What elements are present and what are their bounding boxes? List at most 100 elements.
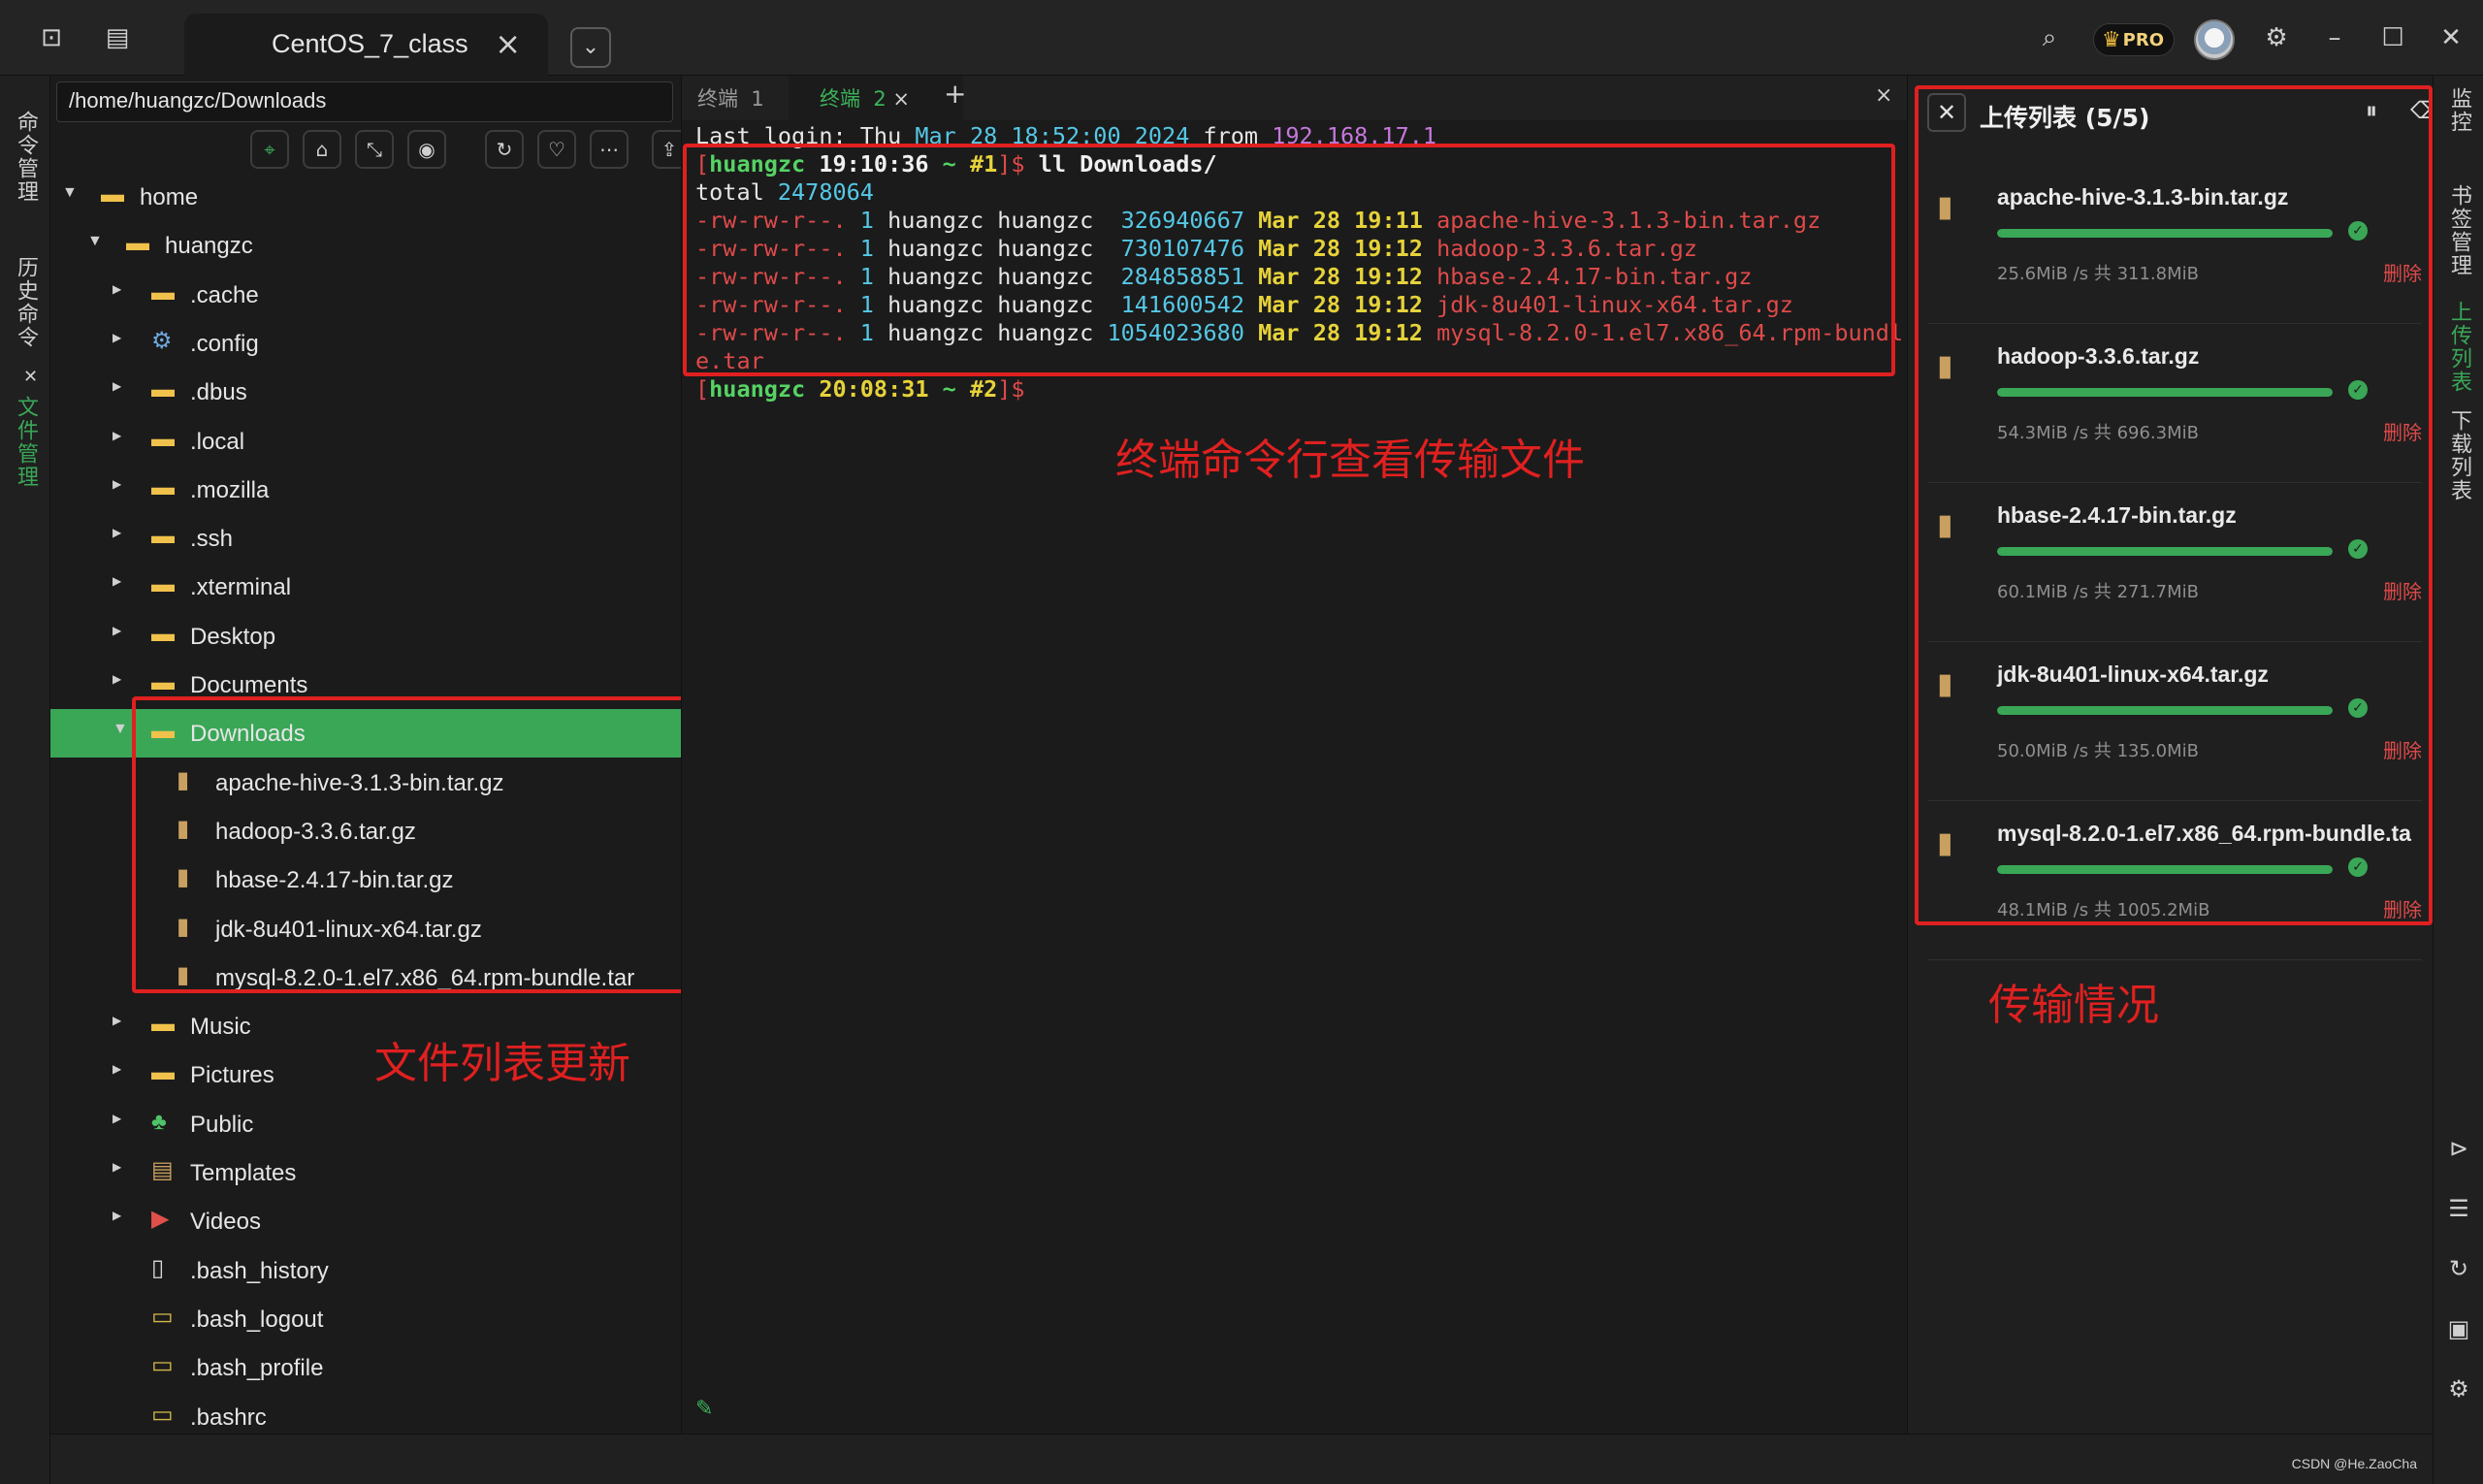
script-icon: ▭ [151,1401,174,1428]
tree-item-label: Music [190,1014,251,1041]
right-sidebar: 监控 书签管理 上传列表 下载列表 ⊳ ☰ ↻ ▣ ⚙ [2433,76,2483,1484]
list-icon[interactable]: ☰ [2443,1193,2474,1224]
tree-item[interactable]: ▶ ⚙ .config [50,319,681,368]
terminal-tabs: 终端 1 终端 2 × + × [682,76,1908,120]
folder-icon: ▬ [151,425,175,452]
tab-terminal-1[interactable]: 终端 1 [697,83,764,113]
folder-icon: ▬ [151,571,175,598]
tree-item-label: .config [190,330,259,357]
title-bar: ⊡ ▤ CentOS_7_class × ⌄ ⌕ ♛ PRO ⚙ – ☐ ✕ [0,0,2483,76]
chevron-right-icon[interactable]: ▶ [113,429,132,442]
tree-item[interactable]: ▯ .bash_history [50,1246,681,1295]
file-icon: ▯ [151,1254,165,1281]
gear-icon[interactable]: ⚙ [2260,21,2293,54]
chevron-right-icon[interactable]: ▶ [113,1112,132,1125]
maximize-icon[interactable]: ☐ [2376,21,2409,54]
tree-item-label: Desktop [190,623,276,650]
refresh-icon[interactable]: ↻ [485,130,524,169]
minimize-icon[interactable]: – [2318,21,2351,54]
tree-item[interactable]: ▶ ▤ Templates [50,1148,681,1197]
tree-item[interactable]: ▭ .bash_profile [50,1343,681,1392]
home-icon[interactable]: ⌂ [303,130,341,169]
tree-item-label: .mozilla [190,476,270,503]
sidebar-item-history[interactable]: 历史命令 [10,256,41,349]
tree-item-label: .bash_logout [190,1306,324,1333]
save-icon[interactable]: ▣ [2443,1313,2474,1344]
chevron-right-icon[interactable]: ▶ [113,1062,132,1076]
tree-item[interactable]: ▶ ♣ Public [50,1100,681,1148]
path-input[interactable]: /home/huangzc/Downloads [56,81,673,122]
close-terminal-icon[interactable]: × [1875,83,1892,108]
pen-icon[interactable]: ✎ [695,1397,713,1421]
tree-item[interactable]: ▶ ▬ .dbus [50,368,681,416]
tree-item[interactable]: ▶ ▬ .local [50,417,681,466]
pro-badge[interactable]: ♛ PRO [2093,23,2175,56]
left-sidebar: 命令管理 历史命令 ✕ 文件管理 [0,76,50,1484]
gear-icon[interactable]: ⚙ [2443,1373,2474,1404]
locate-icon[interactable]: ⌖ [250,130,289,169]
chevron-right-icon[interactable]: ▶ [113,526,132,539]
folder-icon: ▬ [151,473,175,500]
close-window-icon[interactable]: ✕ [2435,21,2467,54]
chevron-right-icon[interactable]: ▶ [113,477,132,491]
sidebar-item-monitor[interactable]: 监控 [2443,87,2474,134]
sidebar-item-download-list[interactable]: 下载列表 [2443,409,2474,502]
pro-badge-label: PRO [2122,30,2164,50]
tree-item-label: .local [190,428,245,455]
prompt-path: ~ [928,375,970,403]
close-tab-icon[interactable]: × [495,25,521,62]
chevron-right-icon[interactable]: ▶ [113,1014,132,1027]
sidebar-item-file-manager[interactable]: 文件管理 [10,396,41,489]
chevron-right-icon[interactable]: ▶ [113,1209,132,1222]
sidebar-item-upload-list[interactable]: 上传列表 [2443,301,2474,394]
sidebar-item-bookmarks[interactable]: 书签管理 [2443,184,2474,277]
tab-terminal-2[interactable]: 终端 2 × [820,83,910,113]
close-tab-icon: × [892,87,911,111]
session-tab-label: CentOS_7_class [272,29,468,58]
tree-item[interactable]: ▶ ▬ .mozilla [50,466,681,514]
favorite-icon[interactable]: ♡ [537,130,576,169]
tree-item-label: .dbus [190,379,247,406]
annotation-box-terminal [683,144,1895,376]
prompt-bracket: [ [695,375,710,403]
chevron-right-icon[interactable]: ▶ [113,331,132,344]
public-folder-icon: ♣ [151,1108,167,1135]
tree-item[interactable]: ▶ ▬ Desktop [50,612,681,661]
tree-item-label: .bashrc [190,1403,267,1431]
chevron-down-icon[interactable]: ▼ [87,233,107,250]
add-tab-icon[interactable]: + [944,78,966,110]
chevron-down-icon[interactable]: ▼ [62,184,81,202]
refresh-icon[interactable]: ↻ [2443,1253,2474,1284]
chevron-right-icon[interactable]: ▶ [113,379,132,393]
chevron-right-icon[interactable]: ▶ [113,672,132,686]
tree-item[interactable]: ▼ ▬ home [50,173,681,221]
tree-item[interactable]: ▶ ▬ .xterminal [50,563,681,611]
chevron-right-icon[interactable]: ▶ [113,282,132,296]
tab-dropdown-button[interactable]: ⌄ [570,27,611,68]
annotation-upload: 传输情况 [1988,981,2159,1030]
sidebar-item-command-manager[interactable]: 命令管理 [10,111,41,204]
terminal-icon[interactable]: ⊳ [2443,1133,2474,1164]
tree-item[interactable]: ▶ ▬ .ssh [50,514,681,563]
session-tab[interactable]: CentOS_7_class × [184,14,548,76]
chevron-right-icon[interactable]: ▶ [113,574,132,588]
show-hidden-icon[interactable]: ◉ [407,130,446,169]
chevron-right-icon[interactable]: ▶ [113,624,132,637]
folder-icon: ▬ [151,376,175,403]
chevron-down-icon[interactable]: ▼ [113,721,132,738]
tree-item[interactable]: ▭ .bash_logout [50,1295,681,1343]
avatar[interactable] [2194,19,2235,60]
tree-item[interactable]: ▶ ▬ .cache [50,271,681,319]
close-icon[interactable]: ✕ [10,367,41,389]
chevron-right-icon[interactable]: ▶ [113,1160,132,1174]
prompt-bracket: ]$ [997,375,1025,403]
session-list-icon[interactable]: ▤ [101,21,134,54]
search-icon[interactable]: ⌕ [2033,21,2066,54]
tree-item[interactable]: ▼ ▬ huangzc [50,221,681,270]
more-icon[interactable]: ⋯ [590,130,629,169]
annotation-box-file-list [132,696,685,993]
collapse-icon[interactable]: ⤡ [355,130,394,169]
sidebar-toggle-icon[interactable]: ⊡ [35,21,68,54]
tree-item[interactable]: ▶ ▶ Videos [50,1197,681,1245]
tree-item-label: .bash_profile [190,1355,324,1382]
